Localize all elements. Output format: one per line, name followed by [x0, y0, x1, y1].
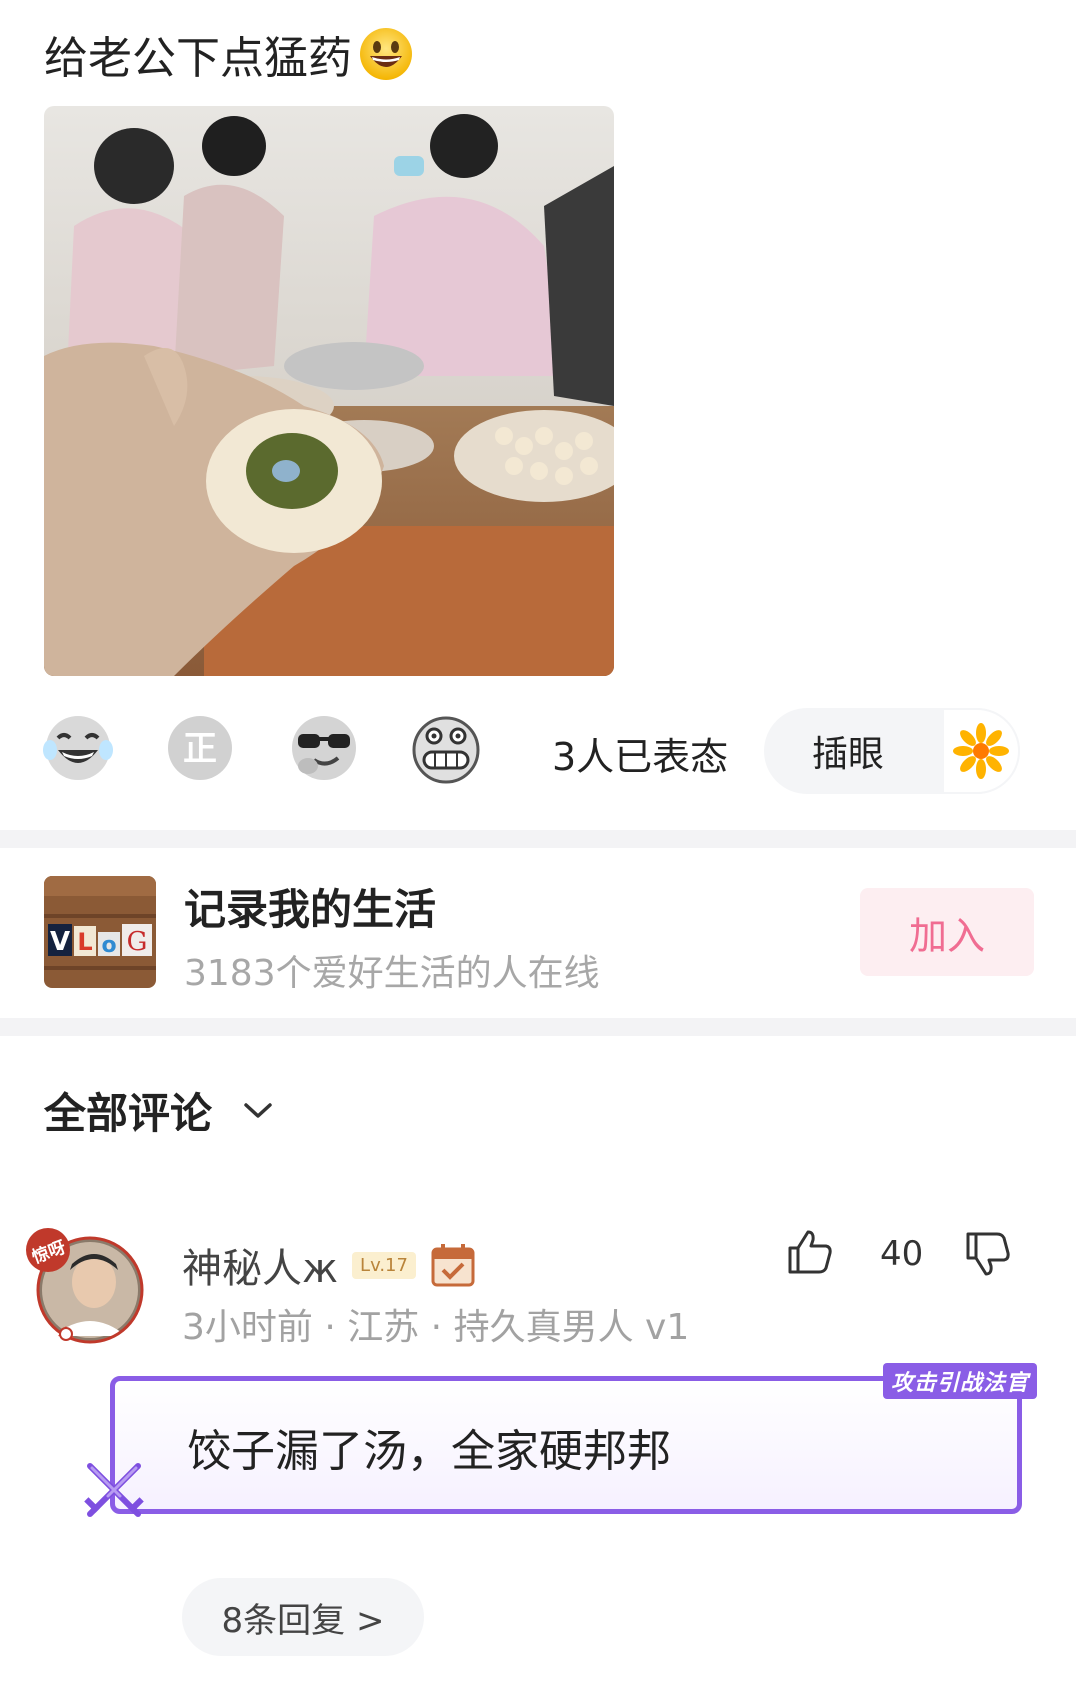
grinning-face-icon — [360, 28, 412, 80]
comment-text: 饺子漏了汤，全家硬邦邦 — [187, 1426, 671, 1477]
svg-text:o: o — [101, 933, 116, 958]
chevron-down-icon — [244, 1102, 272, 1118]
comments-header-title: 全部评论 — [44, 1089, 213, 1138]
reaction-count[interactable]: 3人已表态 — [552, 726, 728, 781]
group-online-count: 3183个爱好生活的人在线 — [184, 953, 600, 994]
comment-bubble[interactable]: 饺子漏了汤，全家硬邦邦 攻击引战法官 — [110, 1363, 1037, 1514]
bubble-title-tag: 攻击引战法官 — [882, 1363, 1037, 1399]
quick-reply-label: 插眼 — [812, 734, 885, 775]
like-count: 40 — [880, 1234, 924, 1274]
grimace-icon[interactable] — [408, 710, 484, 786]
dumpling-photo-illustration — [44, 106, 614, 676]
group-card[interactable]: V L o G 记录我的生活 3183个爱好生活的人在线 加入 — [44, 876, 1044, 994]
avatar-image: 惊呀 — [26, 1228, 144, 1344]
svg-text:正: 正 — [183, 729, 217, 769]
level-badge: Lv.17 — [352, 1251, 416, 1279]
svg-text:V: V — [50, 927, 70, 957]
comment-username[interactable]: 神秘人ж Lv.17 — [182, 1236, 476, 1294]
vlog-logo-icon: V L o G — [44, 876, 156, 988]
flower-icon — [953, 723, 1009, 779]
thumbs-up-icon[interactable] — [784, 1226, 836, 1278]
post-title: 给老公下点猛药 — [44, 22, 414, 86]
group-thumbnail[interactable]: V L o G — [44, 876, 156, 988]
svg-text:L: L — [77, 928, 92, 956]
comments-sort-dropdown[interactable]: 全部评论 — [44, 1080, 274, 1141]
comment-meta: 3小时前 · 江苏 · 持久真男人 v1 — [182, 1307, 690, 1348]
quick-reply-chip[interactable]: 插眼 — [764, 708, 1020, 794]
comment-item: 惊呀 神秘人ж Lv.17 3小时前 · 江苏 · 持久真男人 v1 40 饺子… — [0, 1226, 1076, 1686]
laugh-tears-icon[interactable] — [40, 710, 116, 786]
post-photo[interactable] — [44, 106, 614, 676]
flower-button[interactable] — [942, 708, 1020, 794]
svg-text:G: G — [127, 927, 148, 957]
sunglasses-icon[interactable] — [286, 710, 362, 786]
username-text: 神秘人ж — [182, 1246, 339, 1292]
crossed-swords-icon — [84, 1463, 144, 1517]
reactions-row: 正 3人已表态 插眼 — [40, 708, 1040, 806]
section-divider — [0, 1018, 1076, 1036]
group-name[interactable]: 记录我的生活 — [184, 876, 436, 937]
thumbs-down-icon[interactable] — [962, 1228, 1014, 1280]
join-group-button[interactable]: 加入 — [860, 888, 1034, 976]
post-title-text: 给老公下点猛药 — [44, 33, 352, 84]
section-divider — [0, 830, 1076, 848]
view-replies-button[interactable]: 8条回复 > — [182, 1578, 424, 1656]
checkin-calendar-icon — [431, 1244, 475, 1287]
zheng-icon[interactable]: 正 — [162, 710, 238, 786]
avatar[interactable]: 惊呀 — [24, 1226, 148, 1350]
